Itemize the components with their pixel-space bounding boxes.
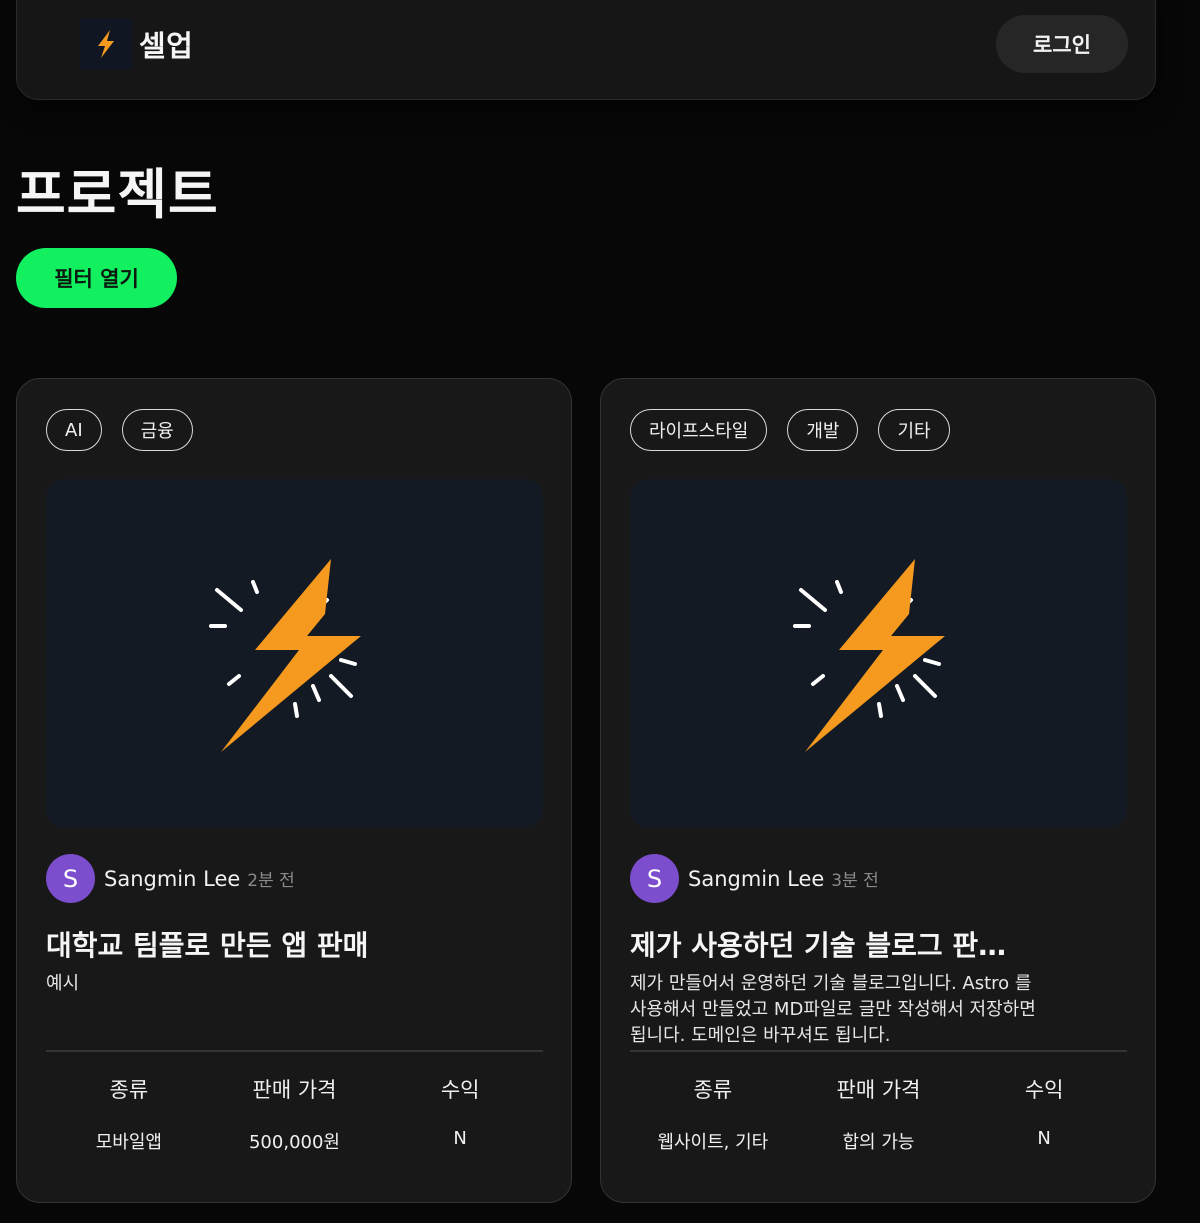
card-title[interactable]: 대학교 팀플로 만든 앱 판매	[46, 924, 516, 964]
avatar[interactable]: S	[46, 854, 95, 903]
stat-label-type: 종류	[693, 1078, 733, 1102]
stat-value-revenue: N	[1037, 1128, 1051, 1149]
stat-value-price: 500,000원	[248, 1132, 340, 1153]
tag-list: 라이프스타일 개발 기타	[630, 409, 950, 451]
tag-list: AI 금융	[46, 409, 193, 451]
divider	[630, 1050, 1127, 1052]
project-card[interactable]: 라이프스타일 개발 기타 S Sangmin Lee 3분 전 제가 사용하던 …	[600, 378, 1156, 1203]
brand-name[interactable]: 셀업	[139, 23, 193, 65]
logo[interactable]	[80, 18, 132, 70]
lightning-icon	[792, 558, 945, 752]
lightning-icon	[208, 558, 361, 752]
tag-lifestyle[interactable]: 라이프스타일	[630, 409, 768, 451]
stat-label-price: 판매 가격	[836, 1078, 921, 1102]
stat-label-revenue: 수익	[1024, 1078, 1064, 1102]
divider	[46, 1050, 543, 1052]
author-name[interactable]: Sangmin Lee	[104, 867, 240, 891]
post-time: 3분 전	[831, 871, 879, 891]
filter-open-button[interactable]: 필터 열기	[16, 248, 177, 308]
stats-grid: 종류 판매 가격 수익 웹사이트, 기타 합의 가능 N	[630, 1074, 1127, 1154]
stat-label-type: 종류	[109, 1078, 149, 1102]
stat-label-revenue: 수익	[440, 1078, 480, 1102]
project-thumbnail[interactable]	[46, 479, 543, 828]
author-name[interactable]: Sangmin Lee	[688, 867, 824, 891]
project-card[interactable]: AI 금융 S Sangmin Lee 2분 전 대학교 팀플로 만든 앱 판매…	[16, 378, 572, 1203]
card-title[interactable]: 제가 사용하던 기술 블로그 판…	[630, 924, 1100, 964]
author-info: S Sangmin Lee 2분 전	[46, 854, 295, 903]
page-title: 프로젝트	[16, 163, 219, 226]
lightning-icon	[98, 30, 114, 58]
stat-value-revenue: N	[453, 1128, 467, 1149]
tag-finance[interactable]: 금융	[121, 409, 193, 451]
stat-label-price: 판매 가격	[252, 1078, 337, 1102]
card-description: 예시	[46, 973, 80, 994]
project-thumbnail[interactable]	[630, 479, 1127, 828]
login-button[interactable]: 로그인	[996, 15, 1128, 73]
stat-value-type: 웹사이트, 기타	[657, 1132, 769, 1153]
tag-development[interactable]: 개발	[787, 409, 859, 451]
post-time: 2분 전	[247, 871, 295, 891]
stat-value-type: 모바일앱	[95, 1132, 162, 1153]
stats-grid: 종류 판매 가격 수익 모바일앱 500,000원 N	[46, 1074, 543, 1154]
tag-etc[interactable]: 기타	[878, 409, 950, 451]
avatar[interactable]: S	[630, 854, 679, 903]
tag-ai[interactable]: AI	[46, 409, 102, 451]
card-description: 제가 만들어서 운영하던 기술 블로그입니다. Astro 를 사용해서 만들었…	[630, 973, 1036, 1046]
top-navbar: 셀업 로그인	[16, 0, 1156, 100]
stat-value-price: 합의 가능	[842, 1132, 915, 1153]
author-info: S Sangmin Lee 3분 전	[630, 854, 879, 903]
page: 셀업 로그인 프로젝트 필터 열기 AI 금융 S Sangmin Lee 2분…	[0, 0, 1200, 1223]
